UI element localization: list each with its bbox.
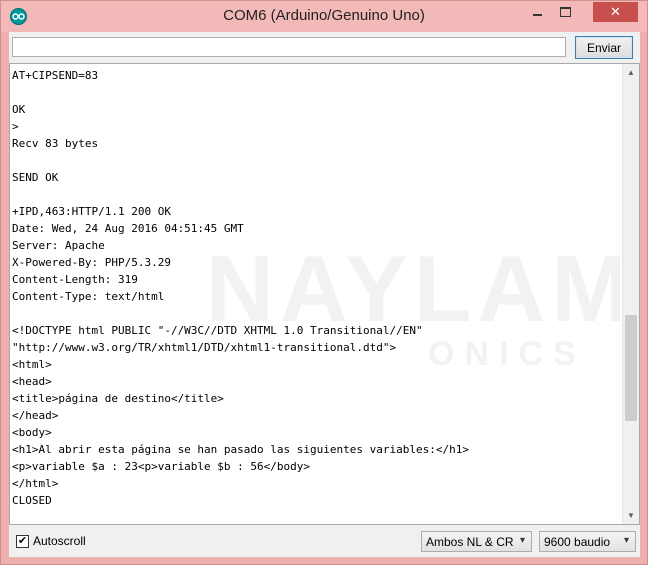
scroll-up-button[interactable]: ▲ xyxy=(623,64,639,81)
scroll-down-button[interactable]: ▼ xyxy=(623,507,639,524)
line-ending-value: Ambos NL & CR xyxy=(426,535,514,549)
client-area: Enviar NAYLAMP ONICS AT+CIPSEND=83 OK > … xyxy=(9,32,640,557)
chevron-down-icon: ▼ xyxy=(627,511,635,520)
serial-output-text: AT+CIPSEND=83 OK > Recv 83 bytes SEND OK… xyxy=(12,69,469,507)
status-bar: ✔ Autoscroll Ambos NL & CR ▾ 9600 baudio… xyxy=(9,525,640,557)
send-button[interactable]: Enviar xyxy=(575,36,633,59)
minimize-button[interactable] xyxy=(524,2,551,22)
check-icon: ✔ xyxy=(17,535,28,547)
serial-monitor-window: COM6 (Arduino/Genuino Uno) ✕ Enviar NAYL… xyxy=(0,0,648,565)
close-button[interactable]: ✕ xyxy=(593,2,638,22)
chevron-down-icon: ▾ xyxy=(519,535,525,546)
serial-output[interactable]: NAYLAMP ONICS AT+CIPSEND=83 OK > Recv 83… xyxy=(9,63,640,525)
chevron-down-icon: ▾ xyxy=(623,535,629,546)
send-input[interactable] xyxy=(12,37,566,57)
vertical-scrollbar[interactable]: ▲ ▼ xyxy=(622,64,639,524)
chevron-up-icon: ▲ xyxy=(627,68,635,77)
maximize-icon xyxy=(560,7,571,17)
close-icon: ✕ xyxy=(610,4,621,19)
autoscroll-checkbox[interactable]: ✔ xyxy=(16,535,29,548)
minimize-icon xyxy=(533,14,542,16)
baud-rate-value: 9600 baudio xyxy=(544,535,611,549)
line-ending-select[interactable]: Ambos NL & CR ▾ xyxy=(421,531,532,552)
maximize-button[interactable] xyxy=(552,2,579,22)
title-bar[interactable]: COM6 (Arduino/Genuino Uno) ✕ xyxy=(1,1,647,32)
autoscroll-label[interactable]: Autoscroll xyxy=(33,534,86,548)
scrollbar-thumb[interactable] xyxy=(625,314,637,421)
baud-rate-select[interactable]: 9600 baudio ▾ xyxy=(539,531,636,552)
